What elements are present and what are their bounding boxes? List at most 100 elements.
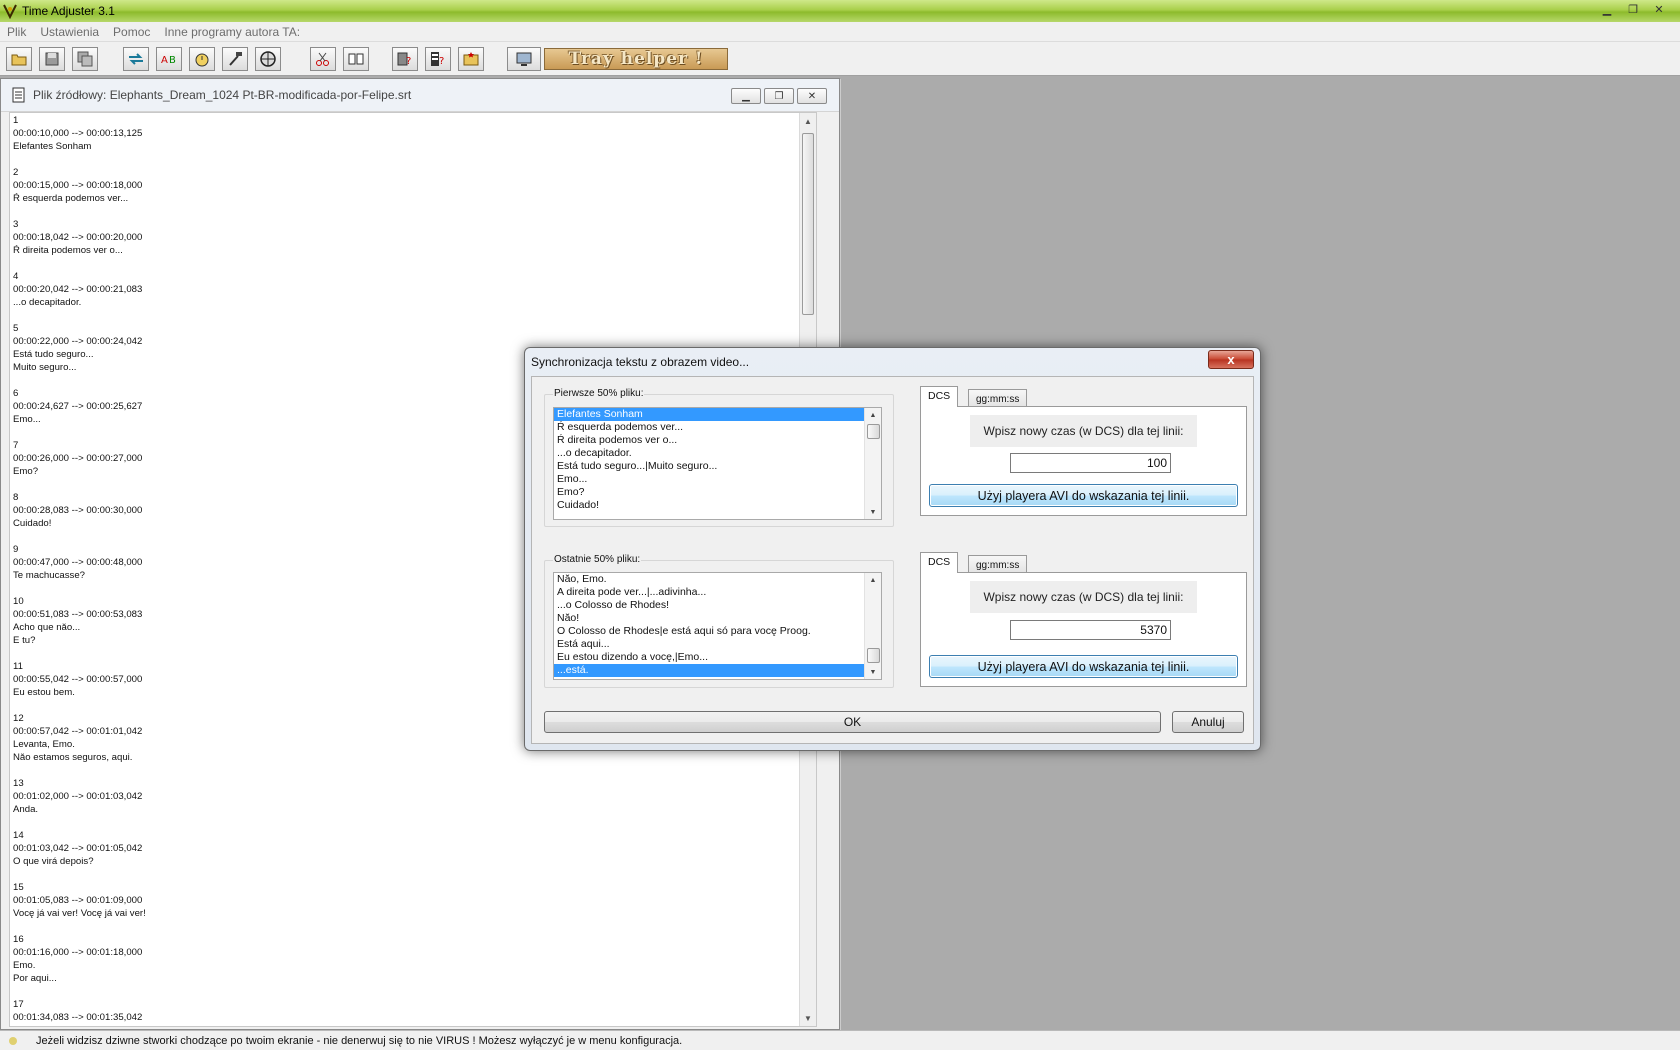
subtitle-line: 00:00:51,083 --> 00:00:53,083	[13, 609, 143, 620]
list-thumb[interactable]	[867, 648, 880, 663]
minimize-button[interactable]: ▁	[1594, 1, 1620, 18]
subtitle-line: 00:00:24,627 --> 00:00:25,627	[13, 401, 143, 412]
list-item[interactable]: Elefantes Sonham	[554, 408, 881, 421]
list-item[interactable]: Năo, Emo.	[554, 573, 881, 586]
subtitle-line: O que virá depois?	[13, 856, 94, 867]
scroll-up-arrow-icon[interactable]: ▲	[800, 113, 816, 129]
subtitle-line: Eu estou bem.	[13, 687, 75, 698]
subtitle-line: 00:00:18,042 --> 00:00:20,000	[13, 232, 143, 243]
subtitle-line: 9	[13, 544, 19, 555]
tab-time-last[interactable]: gg:mm:ss	[968, 555, 1028, 573]
join-button[interactable]	[343, 47, 369, 71]
dialog-close-button[interactable]: x	[1208, 350, 1254, 369]
status-text: Jeżeli widzisz dziwne stworki chodzące p…	[36, 1034, 683, 1047]
ok-button[interactable]: OK	[544, 711, 1161, 733]
menu-pomoc[interactable]: Pomoc	[106, 25, 157, 39]
hammer-icon	[229, 52, 242, 66]
subtitle-line: 13	[13, 778, 24, 789]
star-folder-icon	[463, 52, 479, 66]
list-item[interactable]: A direita pode ver...|...adivinha...	[554, 586, 881, 599]
close-button[interactable]: ✕	[1646, 1, 1672, 18]
save-button[interactable]	[39, 47, 65, 71]
timer-button[interactable]	[189, 47, 215, 71]
list-item[interactable]: Emo...	[554, 473, 881, 486]
subtitle-line: 00:01:16,000 --> 00:01:18,000	[13, 947, 143, 958]
list-item[interactable]: Ŕ esquerda podemos ver...	[554, 421, 881, 434]
list-item[interactable]: Cuidado!	[554, 499, 881, 512]
list-item[interactable]: ...o decapitador.	[554, 447, 881, 460]
subtitle-entry: 8 00:00:28,083 --> 00:00:30,000 Cuidado!	[13, 491, 146, 543]
subtitle-line: 17	[13, 999, 24, 1010]
source-restore-button[interactable]: ❐	[764, 88, 794, 104]
list-thumb[interactable]	[867, 424, 880, 439]
last-half-tabpanel: Wpisz nowy czas (w DCS) dla tej linii: 5…	[920, 572, 1247, 687]
source-minimize-button[interactable]: ▁	[731, 88, 761, 104]
text-convert-button[interactable]: AB	[156, 47, 182, 71]
first-list-scrollbar[interactable]: ▲ ▼	[864, 408, 881, 519]
list-down-arrow-icon[interactable]: ▼	[865, 505, 881, 519]
monitor-button[interactable]	[507, 47, 541, 71]
menu-ustawienia[interactable]: Ustawienia	[33, 25, 106, 39]
tab-dcs-last[interactable]: DCS	[920, 552, 959, 573]
tab-time-first[interactable]: gg:mm:ss	[968, 389, 1028, 407]
subtitle-line: 00:01:03,042 --> 00:01:05,042	[13, 843, 143, 854]
subtitle-line: 00:00:28,083 --> 00:00:30,000	[13, 505, 143, 516]
menu-inne-programy[interactable]: Inne programy autora TA:	[157, 25, 307, 39]
list-item[interactable]: Está aqui...	[554, 638, 881, 651]
tools-button[interactable]	[222, 47, 248, 71]
first-half-avi-button[interactable]: Użyj playera AVI do wskazania tej linii.	[929, 484, 1238, 507]
cut-button[interactable]	[310, 47, 336, 71]
svg-text:?: ?	[439, 56, 444, 67]
scroll-down-arrow-icon[interactable]: ▼	[800, 1010, 816, 1026]
video-help-icon: ?	[431, 52, 444, 67]
subtitle-entry: 13 00:01:02,000 --> 00:01:03,042 Anda.	[13, 777, 146, 829]
list-down-arrow-icon[interactable]: ▼	[865, 665, 881, 679]
sync-dialog: Synchronizacja tekstu z obrazem video...…	[524, 347, 1261, 751]
maximize-button[interactable]: ❐	[1620, 1, 1646, 18]
subtitle-line: 5	[13, 323, 19, 334]
subtitle-entry: 14 00:01:03,042 --> 00:01:05,042 O que vir…	[13, 829, 146, 881]
list-item[interactable]: ...está.	[554, 664, 881, 677]
list-item[interactable]: Está tudo seguro...|Muito seguro...	[554, 460, 881, 473]
subtitle-line: 7	[13, 440, 19, 451]
subtitle-line: 12	[13, 713, 24, 724]
subtitle-line: Está tudo seguro...	[13, 349, 94, 360]
first-half-list[interactable]: Elefantes Sonham Ŕ esquerda podemos ver..…	[553, 407, 882, 520]
subtitle-entry: 4 00:00:20,042 --> 00:00:21,083 ...o decap…	[13, 270, 146, 322]
help-book-button[interactable]: ?	[392, 47, 418, 71]
list-up-arrow-icon[interactable]: ▲	[865, 573, 881, 587]
tray-helper-button[interactable]: Tray helper !	[544, 48, 728, 70]
first-half-group: Pierwsze 50% pliku: Elefantes Sonham Ŕ es…	[544, 388, 894, 527]
save-as-button[interactable]	[72, 47, 98, 71]
scroll-thumb[interactable]	[802, 133, 814, 315]
subtitle-entry: 9 00:00:47,000 --> 00:00:48,000 Te machuca…	[13, 543, 146, 595]
tab-dcs-first[interactable]: DCS	[920, 386, 959, 407]
list-up-arrow-icon[interactable]: ▲	[865, 408, 881, 422]
open-button[interactable]	[6, 47, 32, 71]
first-half-time-input[interactable]: 100	[1010, 453, 1171, 473]
first-half-label: Pierwsze 50% pliku:	[553, 388, 645, 399]
last-list-scrollbar[interactable]: ▲ ▼	[864, 573, 881, 679]
subtitle-text: 1 00:00:10,000 --> 00:00:13,125 Elefantes …	[13, 114, 146, 1024]
last-half-items: Năo, Emo. A direita pode ver...|...adivin…	[554, 573, 881, 677]
last-half-list[interactable]: Năo, Emo. A direita pode ver...|...adivin…	[553, 572, 882, 680]
subtitle-line: Ŕ direita podemos ver o...	[13, 245, 123, 256]
star-folder-button[interactable]	[458, 47, 484, 71]
list-item[interactable]: Năo!	[554, 612, 881, 625]
video-help-button[interactable]: ?	[425, 47, 451, 71]
list-item[interactable]: ...o Colosso de Rhodes!	[554, 599, 881, 612]
subtitle-line: 1	[13, 115, 19, 126]
last-half-time-input[interactable]: 5370	[1010, 620, 1171, 640]
list-item[interactable]: Eu estou dizendo a vocę,|Emo...	[554, 651, 881, 664]
source-close-button[interactable]: ✕	[797, 88, 827, 104]
list-item[interactable]: Emo?	[554, 486, 881, 499]
svg-text:?: ?	[406, 56, 411, 67]
subtitle-line: E tu?	[13, 635, 36, 646]
list-item[interactable]: O Colosso de Rhodes|e está aqui só para …	[554, 625, 881, 638]
shift-time-button[interactable]	[123, 47, 149, 71]
web-button[interactable]	[255, 47, 281, 71]
cancel-button[interactable]: Anuluj	[1172, 711, 1244, 733]
last-half-avi-button[interactable]: Użyj playera AVI do wskazania tej linii.	[929, 655, 1238, 678]
list-item[interactable]: Ŕ direita podemos ver o...	[554, 434, 881, 447]
menu-plik[interactable]: Plik	[0, 25, 33, 39]
